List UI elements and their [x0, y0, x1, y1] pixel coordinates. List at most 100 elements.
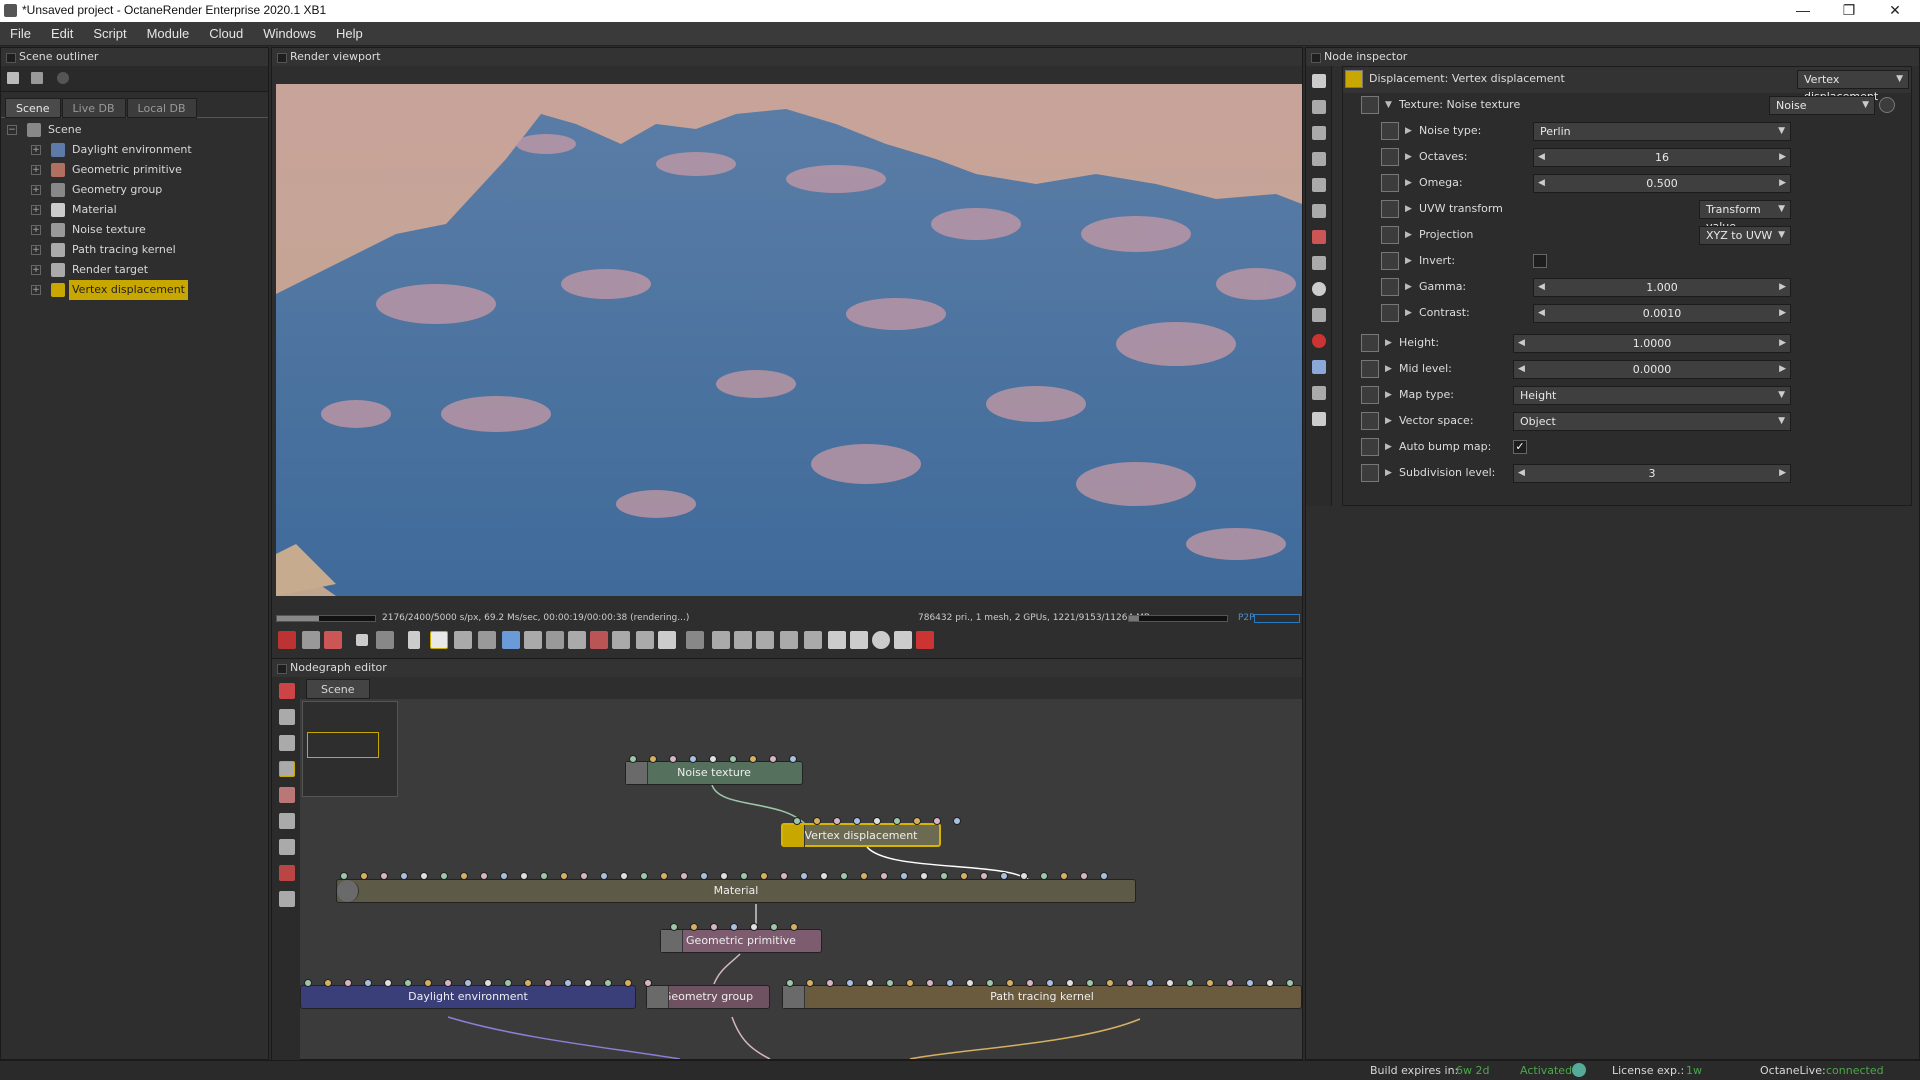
node-material[interactable]: Material — [336, 879, 1136, 903]
node-input-pin[interactable] — [1100, 872, 1108, 880]
node-input-pin[interactable] — [484, 979, 492, 987]
nodegraph-canvas[interactable]: Noise texture Vertex displacement Materi… — [300, 699, 1302, 1059]
realtime-icon[interactable] — [454, 631, 472, 649]
node-input-pin[interactable] — [760, 872, 768, 880]
expand-toggle[interactable]: + — [31, 185, 41, 195]
node-input-pin[interactable] — [544, 979, 552, 987]
collapse-arrow-icon[interactable]: ▼ — [1385, 93, 1392, 117]
invert-checkbox[interactable] — [1533, 254, 1547, 268]
refresh-icon[interactable] — [7, 72, 19, 84]
node-input-pin[interactable] — [680, 872, 688, 880]
node-path-tracing-kernel[interactable]: Path tracing kernel — [782, 985, 1302, 1009]
omega-slider[interactable]: ◀ 0.500 ▶ — [1533, 174, 1791, 193]
film-region-icon[interactable] — [546, 631, 564, 649]
node-input-pin[interactable] — [750, 923, 758, 931]
move-icon[interactable] — [850, 631, 868, 649]
zoom-icon[interactable] — [636, 631, 654, 649]
node-input-pin[interactable] — [920, 872, 928, 880]
menu-script[interactable]: Script — [83, 22, 136, 46]
height-slider[interactable]: ◀ 1.0000 ▶ — [1513, 334, 1791, 353]
node-vertex-displacement[interactable]: Vertex displacement — [781, 823, 941, 847]
node-icon-8[interactable] — [1312, 256, 1326, 270]
expand-arrow-icon[interactable]: ▶ — [1405, 171, 1412, 195]
node-input-pin[interactable] — [620, 872, 628, 880]
node-input-pin[interactable] — [669, 755, 677, 763]
node-icon-6[interactable] — [1312, 204, 1326, 218]
node-input-pin[interactable] — [953, 817, 961, 825]
restart-icon[interactable] — [376, 631, 394, 649]
node-input-pin[interactable] — [786, 979, 794, 987]
node-input-pin[interactable] — [710, 923, 718, 931]
node-input-pin[interactable] — [866, 979, 874, 987]
node-input-pin[interactable] — [1146, 979, 1154, 987]
node-input-pin[interactable] — [749, 755, 757, 763]
node-input-pin[interactable] — [460, 872, 468, 880]
node-input-pin[interactable] — [933, 817, 941, 825]
pin-icon[interactable] — [1381, 148, 1399, 166]
node-input-pin[interactable] — [893, 817, 901, 825]
arrow-left-icon[interactable]: ◀ — [1538, 175, 1545, 192]
collapse-toggle[interactable]: − — [7, 125, 17, 135]
node-input-pin[interactable] — [1080, 872, 1088, 880]
node-input-pin[interactable] — [420, 872, 428, 880]
node-input-pin[interactable] — [770, 923, 778, 931]
node-daylight-environment[interactable]: Daylight environment — [300, 985, 636, 1009]
pin-icon[interactable] — [1361, 360, 1379, 378]
arrow-right-icon[interactable]: ▶ — [1779, 465, 1786, 482]
play-icon[interactable] — [430, 631, 448, 649]
expand-arrow-icon[interactable]: ▶ — [1405, 145, 1412, 169]
node-input-pin[interactable] — [504, 979, 512, 987]
pin-icon[interactable] — [1381, 122, 1399, 140]
node-input-pin[interactable] — [789, 755, 797, 763]
tab-local-db[interactable]: Local DB — [126, 98, 197, 118]
node-input-pin[interactable] — [946, 979, 954, 987]
lock-icon[interactable] — [686, 631, 704, 649]
node-input-pin[interactable] — [360, 872, 368, 880]
node-input-pin[interactable] — [913, 817, 921, 825]
pin-icon[interactable] — [1381, 174, 1399, 192]
menu-windows[interactable]: Windows — [253, 22, 326, 46]
tree-item[interactable]: + Daylight environment — [1, 140, 268, 160]
node-input-pin[interactable] — [540, 872, 548, 880]
menu-module[interactable]: Module — [137, 22, 200, 46]
arrow-right-icon[interactable]: ▶ — [1779, 305, 1786, 322]
node-input-pin[interactable] — [520, 872, 528, 880]
geometry-node-icon[interactable] — [279, 787, 295, 803]
pin-icon[interactable] — [1381, 200, 1399, 218]
node-input-pin[interactable] — [1226, 979, 1234, 987]
node-input-pin[interactable] — [629, 755, 637, 763]
node-input-pin[interactable] — [1246, 979, 1254, 987]
node-input-pin[interactable] — [986, 979, 994, 987]
tree-item[interactable]: + Render target — [1, 260, 268, 280]
node-input-pin[interactable] — [524, 979, 532, 987]
node-noise-texture[interactable]: Noise texture — [625, 761, 803, 785]
menu-file[interactable]: File — [0, 22, 41, 46]
node-input-pin[interactable] — [1006, 979, 1014, 987]
node-input-pin[interactable] — [1066, 979, 1074, 987]
expand-arrow-icon[interactable]: ▶ — [1385, 383, 1392, 407]
expand-arrow-icon[interactable]: ▶ — [1405, 275, 1412, 299]
expand-arrow-icon[interactable]: ▶ — [1385, 435, 1392, 459]
gamma-slider[interactable]: ◀ 1.000 ▶ — [1533, 278, 1791, 297]
expand-arrow-icon[interactable]: ▶ — [1405, 249, 1412, 273]
arrow-left-icon[interactable]: ◀ — [1518, 465, 1525, 482]
node-input-pin[interactable] — [384, 979, 392, 987]
reset-camera-icon[interactable] — [278, 631, 296, 649]
node-input-pin[interactable] — [624, 979, 632, 987]
emission-node-icon[interactable] — [279, 865, 295, 881]
vectorspace-dropdown[interactable]: Object ▼ — [1513, 412, 1791, 431]
node-input-pin[interactable] — [833, 817, 841, 825]
node-input-pin[interactable] — [380, 872, 388, 880]
collapse-icon[interactable] — [31, 72, 43, 84]
tab-live-db[interactable]: Live DB — [61, 98, 126, 118]
expand-arrow-icon[interactable]: ▶ — [1385, 331, 1392, 355]
expand-toggle[interactable]: + — [31, 285, 41, 295]
node-input-pin[interactable] — [940, 872, 948, 880]
node-icon-1[interactable] — [1312, 74, 1326, 88]
node-input-pin[interactable] — [480, 872, 488, 880]
node-input-pin[interactable] — [600, 872, 608, 880]
color-picker-icon[interactable] — [502, 631, 520, 649]
node-input-pin[interactable] — [730, 923, 738, 931]
expand-toggle[interactable]: + — [31, 165, 41, 175]
texture-node-icon[interactable] — [279, 761, 295, 777]
